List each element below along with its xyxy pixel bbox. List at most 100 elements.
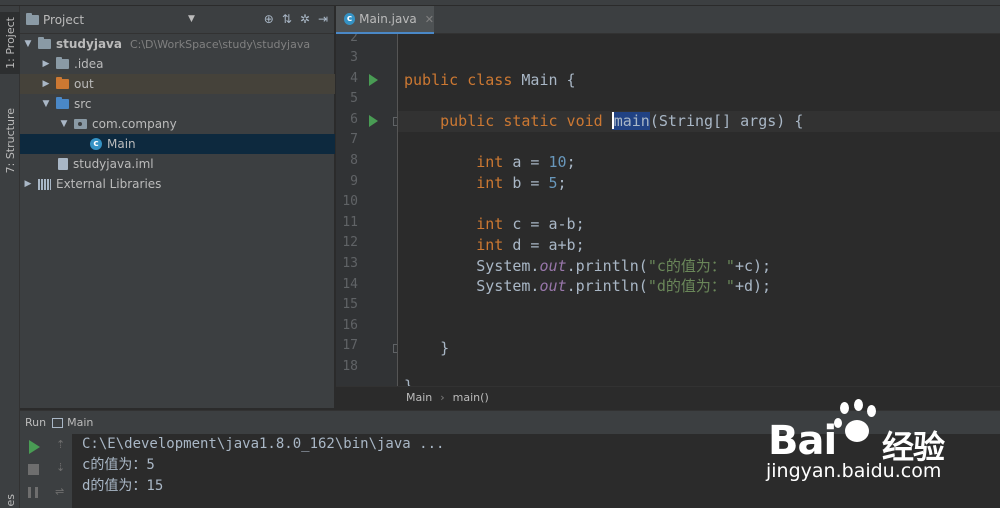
line-number: 14 [342, 277, 358, 292]
arrow-down-icon[interactable]: ⇣ [56, 461, 70, 475]
project-view-icon [26, 12, 39, 25]
line-number: 6 [350, 112, 358, 127]
code-line-12: int d = a+b; [476, 236, 585, 254]
code-area[interactable]: public class Main { public static void m… [398, 34, 1000, 386]
tree-item-label: out [74, 77, 94, 91]
console-line: d的值为：15 [82, 478, 164, 494]
scroll-from-source-icon[interactable]: ⊕ [264, 12, 274, 26]
line-number: 3 [350, 50, 358, 65]
run-config-name[interactable]: Main [67, 416, 93, 429]
chevron-right-icon: › [440, 391, 445, 404]
tree-item-idea[interactable]: ▶ .idea [20, 54, 335, 74]
tree-item-main[interactable]: c Main [20, 134, 335, 154]
console-line: c的值为：5 [82, 457, 155, 473]
java-class-icon: c [90, 138, 102, 150]
run-panel-title: Run [25, 416, 47, 429]
folder-orange-icon [56, 77, 69, 89]
line-number: 2 [350, 34, 358, 45]
java-class-icon: c [344, 13, 356, 25]
breadcrumb-item-method[interactable]: main() [453, 391, 489, 404]
tab-main-java[interactable]: c Main.java ✕ [336, 6, 434, 34]
tree-item-label: studyjava.iml [73, 157, 154, 171]
structure-tool-tab-label: 7: Structure [3, 108, 17, 174]
structure-tool-tab[interactable]: 7: Structure [0, 102, 20, 180]
tree-item-studyjava-iml[interactable]: studyjava.iml [20, 154, 335, 174]
expand-arrow-icon[interactable]: ▶ [22, 179, 34, 189]
expand-arrow-icon[interactable]: ▼ [40, 99, 52, 109]
line-number: 11 [342, 215, 358, 230]
project-panel-header: Project ▼ ⊕ ⇅ ✲ ⇥ [20, 6, 334, 34]
run-config-icon [52, 417, 64, 428]
chevron-down-icon[interactable]: ▼ [188, 14, 195, 24]
pause-icon[interactable] [28, 487, 38, 498]
tree-item-com-company[interactable]: ▼ com.company [20, 114, 335, 134]
editor-gutter: 2 3 4 5 6 7 8 9 10 11 12 13 14 15 16 17 … [336, 34, 398, 386]
code-line-19: } [404, 377, 414, 386]
rerun-icon[interactable] [29, 440, 40, 454]
line-number: 8 [350, 153, 358, 168]
tree-item-label: src [74, 97, 92, 111]
gear-icon[interactable]: ✲ [300, 12, 310, 26]
expand-arrow-icon[interactable]: ▶ [40, 79, 52, 89]
iml-file-icon [58, 158, 68, 170]
baidu-paw-icon [834, 399, 880, 446]
code-line-6: public static void main(String[] args) { [440, 112, 804, 130]
hide-panel-icon[interactable]: ⇥ [318, 12, 328, 26]
code-line-9: int b = 5; [476, 174, 567, 192]
line-number: 16 [342, 318, 358, 333]
folder-icon [56, 57, 69, 69]
run-method-icon[interactable] [369, 115, 378, 127]
left-tool-strip: 1: Project 7: Structure es [0, 6, 20, 508]
package-icon [74, 119, 87, 129]
line-number: 9 [350, 174, 358, 189]
collapse-all-icon[interactable]: ⇅ [282, 12, 292, 26]
watermark-logo: Bai [768, 418, 837, 464]
tree-item-label: .idea [74, 57, 104, 71]
tree-item-external-libraries[interactable]: ▶ External Libraries [20, 174, 335, 194]
tree-item-src[interactable]: ▼ src [20, 94, 335, 114]
editor-panel: c Main.java ✕ 2 3 4 5 6 7 8 9 10 11 12 1… [336, 6, 1000, 408]
code-line-11: int c = a-b; [476, 215, 585, 233]
arrow-up-icon[interactable]: ⇡ [56, 438, 70, 452]
run-class-icon[interactable] [369, 74, 378, 86]
selected-word: main [611, 112, 650, 130]
code-line-17: } [440, 339, 450, 357]
source-folder-icon [56, 97, 69, 109]
console-output[interactable]: C:\E\development\java1.8.0_162\bin\java … [82, 434, 444, 497]
code-line-8: int a = 10; [476, 153, 576, 171]
soft-wrap-icon[interactable]: ⇌ [55, 485, 69, 499]
module-folder-icon [38, 37, 51, 49]
stop-icon[interactable] [28, 464, 39, 475]
expand-arrow-icon[interactable]: ▼ [22, 39, 34, 49]
close-icon[interactable]: ✕ [425, 13, 434, 26]
project-tool-tab-label: 1: Project [3, 17, 17, 69]
line-number: 15 [342, 297, 358, 312]
project-panel: Project ▼ ⊕ ⇅ ✲ ⇥ ▼ studyjava C:\D\WorkS… [20, 6, 335, 408]
line-number: 5 [350, 91, 358, 106]
tab-label: Main.java [359, 12, 417, 26]
expand-arrow-icon[interactable]: ▶ [40, 59, 52, 69]
project-panel-title: Project [43, 12, 85, 27]
code-line-14: System.out.println("d的值为："+d); [476, 277, 772, 295]
tree-item-label: Main [107, 137, 136, 151]
bottom-tool-tab[interactable]: es [0, 492, 20, 508]
tree-item-label: studyjava [56, 37, 122, 51]
tree-item-studyjava[interactable]: ▼ studyjava C:\D\WorkSpace\study\studyja… [20, 34, 335, 54]
console-line: C:\E\development\java1.8.0_162\bin\java … [82, 436, 445, 452]
tree-item-out[interactable]: ▶ out [20, 74, 335, 94]
project-tool-tab[interactable]: 1: Project [0, 12, 20, 74]
expand-arrow-icon[interactable]: ▼ [58, 119, 70, 129]
code-line-4: public class Main { [404, 71, 576, 89]
tree-item-path: C:\D\WorkSpace\study\studyjava [129, 37, 311, 51]
run-toolbar: ⇡ ⇣ ⇌ [20, 434, 72, 508]
line-number: 18 [342, 359, 358, 374]
libraries-icon [38, 178, 51, 190]
line-number: 7 [350, 132, 358, 147]
line-number: 4 [350, 71, 358, 86]
line-number: 10 [342, 194, 358, 209]
line-number: 17 [342, 338, 358, 353]
watermark-url: jingyan.baidu.com [766, 460, 942, 482]
line-number: 12 [342, 235, 358, 250]
breadcrumb-item-class[interactable]: Main [406, 391, 432, 404]
line-number: 13 [342, 256, 358, 271]
